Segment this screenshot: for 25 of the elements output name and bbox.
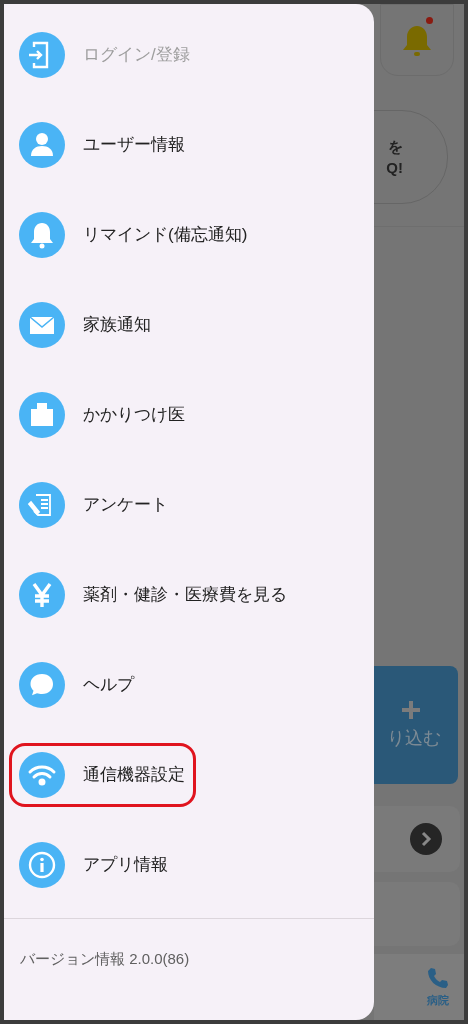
- plus-icon: [400, 698, 422, 721]
- menu-item[interactable]: 通信機器設定: [9, 743, 196, 807]
- mail-icon: [19, 302, 65, 348]
- menu-item[interactable]: かかりつけ医: [9, 383, 196, 447]
- menu-item[interactable]: アンケート: [9, 473, 179, 537]
- menu-item[interactable]: 家族通知: [9, 293, 162, 357]
- login-icon: [19, 32, 65, 78]
- menu-item[interactable]: アプリ情報: [9, 833, 179, 897]
- card-text: Q!: [386, 160, 403, 175]
- menu-item[interactable]: 薬剤・健診・医療費を見る: [9, 563, 298, 627]
- bell-icon: [19, 212, 65, 258]
- menu-item[interactable]: リマインド(備忘通知): [9, 203, 259, 267]
- user-icon: [19, 122, 65, 168]
- info-icon: [19, 842, 65, 888]
- building-icon: [19, 392, 65, 438]
- chevron-right-icon: [410, 823, 442, 855]
- menu-item[interactable]: ユーザー情報: [9, 113, 196, 177]
- yen-icon: [19, 572, 65, 618]
- wifi-icon: [19, 752, 65, 798]
- version-text: バージョン情報 2.0.0(86): [20, 950, 190, 967]
- phone-icon: [426, 965, 450, 990]
- menu-item[interactable]: ヘルプ: [9, 653, 145, 717]
- card-text: を: [388, 139, 403, 154]
- survey-icon: [19, 482, 65, 528]
- chat-icon: [19, 662, 65, 708]
